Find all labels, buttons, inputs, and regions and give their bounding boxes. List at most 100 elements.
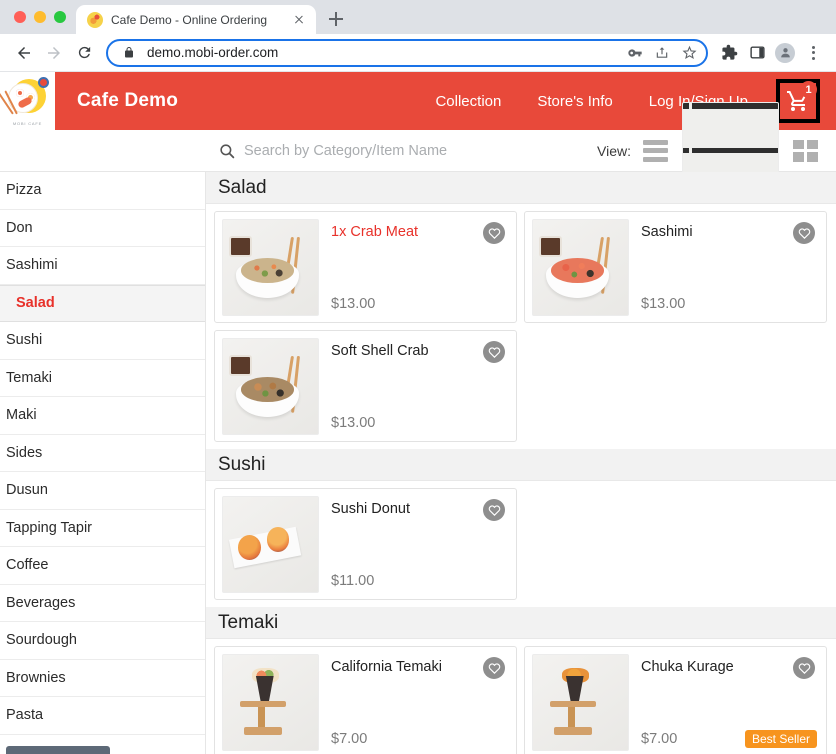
item-price: $13.00 xyxy=(641,296,686,312)
web-page: MOBI CAFE Cafe Demo Collection Store's I… xyxy=(0,72,836,754)
best-seller-badge: Best Seller xyxy=(744,730,817,748)
item-price: $7.00 xyxy=(641,731,678,747)
nav-item-stores-info[interactable]: Store's Info xyxy=(519,93,630,110)
book-a-table-button[interactable]: Book A Table xyxy=(6,745,110,754)
browser-window: Cafe Demo - Online Ordering demo.mobi-or… xyxy=(0,0,836,754)
search-input[interactable] xyxy=(244,142,598,159)
section-items-sushi: Sushi Donut $11.00 xyxy=(206,481,836,600)
section-items-temaki: California Temaki $7.00 Chuka Kurage $7.… xyxy=(206,639,836,754)
share-icon[interactable] xyxy=(653,44,671,62)
close-window-button[interactable] xyxy=(14,11,26,23)
category-label: Sushi xyxy=(6,332,43,349)
favorite-heart-icon[interactable] xyxy=(793,222,815,244)
section-header-salad: Salad xyxy=(206,172,836,204)
window-controls xyxy=(12,0,76,34)
item-info: 1x Crab Meat $13.00 xyxy=(319,219,509,315)
sidebar-item-don[interactable]: Don xyxy=(0,209,205,247)
section-items-salad: 1x Crab Meat $13.00 Sashimi $13.00 Soft … xyxy=(206,204,836,442)
item-info: California Temaki $7.00 xyxy=(319,654,509,750)
item-thumbnail-sushi-donut xyxy=(222,496,319,593)
key-icon[interactable] xyxy=(626,44,644,62)
favorite-heart-icon[interactable] xyxy=(483,499,505,521)
menu-item-card[interactable]: California Temaki $7.00 xyxy=(214,646,517,754)
maximize-window-button[interactable] xyxy=(54,11,66,23)
sidebar-item-dusun[interactable]: Dusun xyxy=(0,472,205,510)
item-info: Sushi Donut $11.00 xyxy=(319,496,509,592)
category-label: Don xyxy=(6,219,33,236)
menu-item-card[interactable]: Chuka Kurage $7.00 Best Seller xyxy=(524,646,827,754)
logo-caption: MOBI CAFE xyxy=(12,121,43,126)
back-button[interactable] xyxy=(10,39,38,67)
category-label: Coffee xyxy=(6,557,49,574)
menu-item-card[interactable]: Sashimi $13.00 xyxy=(524,211,827,323)
minimize-window-button[interactable] xyxy=(34,11,46,23)
favorite-heart-icon[interactable] xyxy=(483,222,505,244)
sidebar-item-sourdough[interactable]: Sourdough xyxy=(0,622,205,660)
menu-item-card[interactable]: 1x Crab Meat $13.00 xyxy=(214,211,517,323)
forward-button[interactable] xyxy=(40,39,68,67)
browser-tab[interactable]: Cafe Demo - Online Ordering xyxy=(76,5,316,34)
side-panel-icon[interactable] xyxy=(744,40,770,66)
item-info: Chuka Kurage $7.00 Best Seller xyxy=(629,654,819,750)
category-label: Temaki xyxy=(6,369,52,386)
item-info: Sashimi $13.00 xyxy=(629,219,819,315)
new-tab-button[interactable] xyxy=(322,5,350,33)
search-icon xyxy=(218,142,236,160)
section-header-sushi: Sushi xyxy=(206,449,836,481)
sidebar-item-temaki[interactable]: Temaki xyxy=(0,359,205,397)
sidebar-item-tapping-tapir[interactable]: Tapping Tapir xyxy=(0,509,205,547)
address-bar[interactable]: demo.mobi-order.com xyxy=(106,38,708,67)
sidebar-item-brownies[interactable]: Brownies xyxy=(0,659,205,697)
close-tab-icon[interactable] xyxy=(291,12,307,28)
section-header-temaki: Temaki xyxy=(206,607,836,639)
page-body: Pizza Don Sashimi Salad Sushi Temaki Mak… xyxy=(0,172,836,754)
sidebar-item-sashimi[interactable]: Sashimi xyxy=(0,247,205,285)
grid-view-button[interactable] xyxy=(793,139,818,162)
category-label: Sides xyxy=(6,444,43,461)
menu-item-card[interactable]: Soft Shell Crab $13.00 xyxy=(214,330,517,442)
category-label: Sashimi xyxy=(6,257,58,274)
cart-button[interactable]: 1 xyxy=(776,79,820,123)
search-bar-row: View: xyxy=(0,102,836,199)
category-label: Tapping Tapir xyxy=(6,519,92,536)
item-price: $13.00 xyxy=(331,296,376,312)
extensions-icon[interactable] xyxy=(716,40,742,66)
category-label: Pizza xyxy=(6,182,42,199)
lock-icon xyxy=(120,44,138,62)
reload-button[interactable] xyxy=(70,39,98,67)
kebab-menu-icon[interactable] xyxy=(800,40,826,66)
item-info: Soft Shell Crab $13.00 xyxy=(319,338,509,434)
category-label: Dusun xyxy=(6,482,48,499)
sidebar-item-sides[interactable]: Sides xyxy=(0,434,205,472)
sidebar-item-maki[interactable]: Maki xyxy=(0,397,205,435)
sidebar-item-salad[interactable]: Salad xyxy=(0,284,205,322)
sidebar-item-pasta[interactable]: Pasta xyxy=(0,697,205,735)
category-label: Maki xyxy=(6,407,37,424)
menu-content: Salad 1x Crab Meat $13.00 Sashimi $13.00… xyxy=(206,172,836,754)
profile-avatar-icon[interactable] xyxy=(772,40,798,66)
item-price: $11.00 xyxy=(331,573,375,589)
sidebar-item-beverages[interactable]: Beverages xyxy=(0,584,205,622)
item-thumbnail-salad-softshell xyxy=(222,338,319,435)
item-price: $7.00 xyxy=(331,731,368,747)
nav-item-collection[interactable]: Collection xyxy=(417,93,519,110)
item-thumbnail-salad-sashimi xyxy=(532,219,629,316)
category-label: Brownies xyxy=(6,669,66,686)
sidebar-item-coffee[interactable]: Coffee xyxy=(0,547,205,585)
category-label: Pasta xyxy=(6,707,44,724)
menu-item-card[interactable]: Sushi Donut $11.00 xyxy=(214,488,517,600)
site-logo[interactable]: MOBI CAFE xyxy=(0,72,55,130)
favorite-heart-icon[interactable] xyxy=(793,657,815,679)
sidebar-item-sushi[interactable]: Sushi xyxy=(0,322,205,360)
url-text: demo.mobi-order.com xyxy=(147,45,279,60)
favorite-heart-icon[interactable] xyxy=(483,341,505,363)
category-label: Sourdough xyxy=(6,632,77,649)
view-label: View: xyxy=(597,142,631,159)
tab-strip: Cafe Demo - Online Ordering xyxy=(0,0,836,34)
list-view-button[interactable] xyxy=(643,139,668,162)
star-icon[interactable] xyxy=(680,44,698,62)
favicon-icon xyxy=(87,11,103,28)
favorite-heart-icon[interactable] xyxy=(483,657,505,679)
sidebar-item-pizza[interactable]: Pizza xyxy=(0,172,205,210)
brand-title: Cafe Demo xyxy=(77,90,179,111)
